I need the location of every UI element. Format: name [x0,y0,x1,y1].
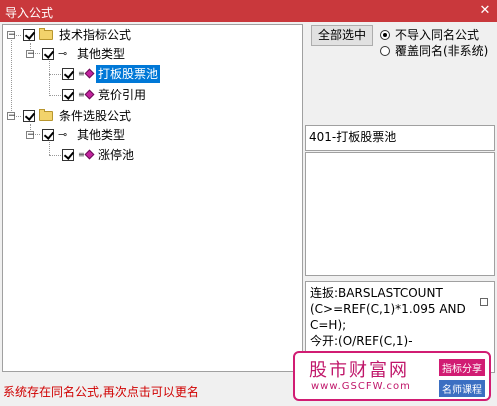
code-line: C=H); [310,318,347,332]
tree-checkbox[interactable] [62,149,74,161]
watermark-brand: 股市财富网 [309,360,409,381]
collapse-icon[interactable]: − [26,131,35,140]
description-box [305,152,495,276]
collapse-icon[interactable]: − [7,112,16,121]
tree-node-bid-reference[interactable]: ≡ 竞价引用 [3,86,183,104]
radio-label: 覆盖同名(非系统) [395,44,489,58]
code-line: (C>=REF(C,1)*1.095 AND [310,302,466,316]
collapse-icon[interactable]: − [26,50,35,59]
formula-name-text: 401-打板股票池 [309,130,397,144]
folder-icon [39,109,53,121]
radio-label: 不导入同名公式 [395,28,480,42]
status-message: 系统存在同名公式,再次点击可以更名 [3,385,199,399]
tree-node-limit-pool[interactable]: ≡ 涨停池 [3,146,183,164]
tree-checkbox[interactable] [42,48,54,60]
formula-gem-icon [84,68,95,79]
formula-prefix-icon: ≡ [78,69,85,78]
tree-node-label: 打板股票池 [96,65,161,83]
tree-checkbox[interactable] [62,89,74,101]
formula-gem-icon [84,149,95,160]
tree-node-label: 其他类型 [77,128,126,142]
tree-node-label: 技术指标公式 [59,28,132,42]
code-line: 今开:(O/REF(C,1)- [310,334,413,348]
tree-node-label: 竞价引用 [98,88,147,102]
select-all-button[interactable]: 全部选中 [311,25,373,46]
tree-node-label: 涨停池 [98,148,135,162]
formula-tree[interactable]: − 技术指标公式 − ⊸ 其他类型 ≡ 打板股票池 ≡ 竞价引用 − 条件选股公… [2,24,303,372]
folder-icon [39,28,53,40]
watermark-url: www.GSCFW.com [311,381,411,392]
tree-node-other-types-2[interactable]: − ⊸ 其他类型 [3,126,183,144]
tree-checkbox[interactable] [62,68,74,80]
formula-gem-icon [84,89,95,100]
collapse-icon[interactable]: − [7,31,16,40]
tree-node-label: 条件选股公式 [59,109,132,123]
watermark-logo: 股市财富网 www.GSCFW.com 指标分享 名师课程 [293,351,491,401]
radio-indicator[interactable] [380,30,390,40]
tree-node-limit-up-pool[interactable]: ≡ 打板股票池 [3,65,183,83]
title-bar: 导入公式 ✕ [0,0,497,22]
tree-node-tech-indicators[interactable]: − 技术指标公式 [3,26,183,44]
tree-node-other-types[interactable]: − ⊸ 其他类型 [3,45,183,63]
key-icon: ⊸ [58,47,68,60]
tree-checkbox[interactable] [23,110,35,122]
window-title: 导入公式 [5,6,54,20]
formula-prefix-icon: ≡ [78,150,85,159]
formula-prefix-icon: ≡ [78,90,85,99]
scroll-checkbox-icon[interactable] [480,298,488,306]
code-line: 连扳:BARSLASTCOUNT [310,286,443,300]
key-icon: ⊸ [58,128,68,141]
close-icon[interactable]: ✕ [473,0,497,22]
tree-node-stock-selection[interactable]: − 条件选股公式 [3,107,183,125]
radio-indicator[interactable] [380,46,390,56]
watermark-tag-share: 指标分享 [439,359,485,376]
tree-checkbox[interactable] [23,29,35,41]
tree-node-label: 其他类型 [77,47,126,61]
formula-name-box: 401-打板股票池 [305,125,495,151]
tree-checkbox[interactable] [42,129,54,141]
watermark-tag-course: 名师课程 [439,380,485,397]
